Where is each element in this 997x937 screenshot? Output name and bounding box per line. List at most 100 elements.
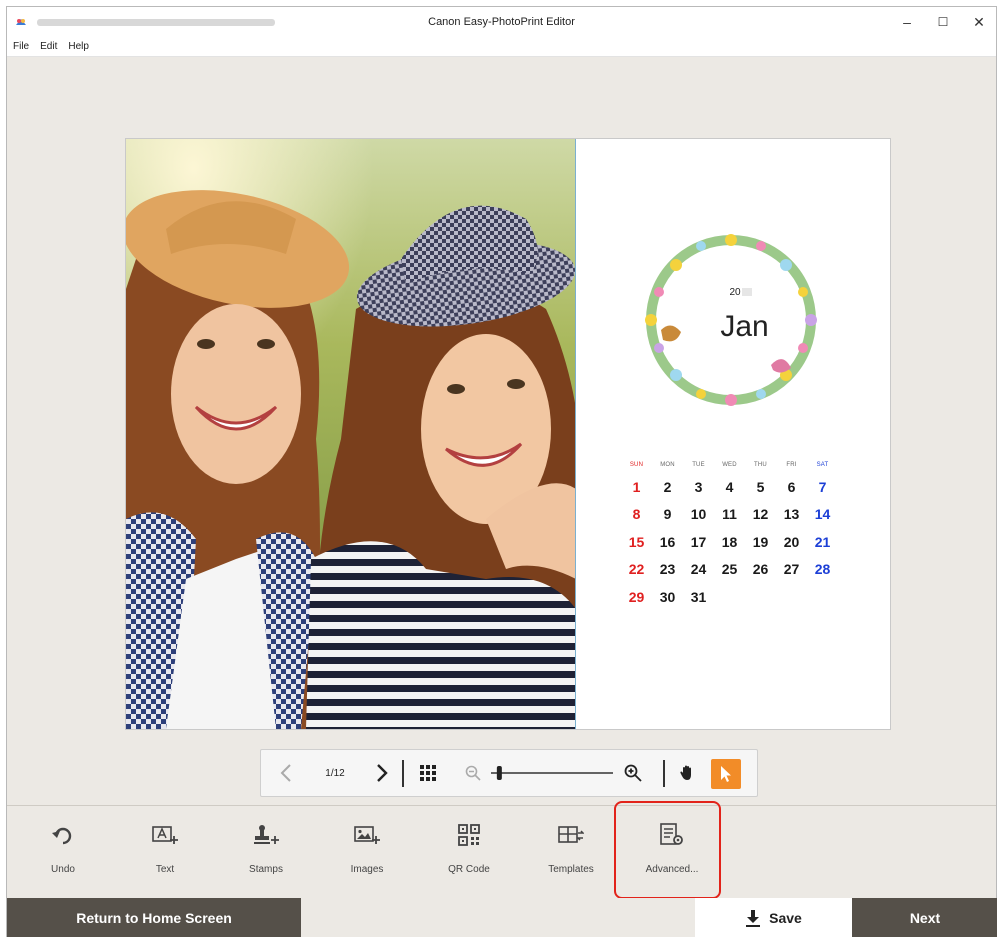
templates-label: Templates [548,864,594,875]
calendar-panel[interactable]: 20 Jan SUN MON TUE WED THU FRI SAT 1 2 3… [577,139,890,729]
menu-help[interactable]: Help [68,41,89,52]
stamp-icon [253,822,279,848]
date-cell: 3 [694,478,703,495]
date-cell: 27 [783,561,800,578]
calendar-page-preview[interactable]: 20 Jan SUN MON TUE WED THU FRI SAT 1 2 3… [125,138,891,730]
date-cell: 17 [690,533,707,550]
close-button[interactable]: ✕ [961,11,997,33]
menu-edit[interactable]: Edit [40,41,57,52]
image-add-icon [354,822,380,848]
toolbar-divider [663,760,665,787]
weekday-label: TUE [692,462,705,468]
date-cell: 24 [690,561,707,578]
date-cell: 1 [632,478,641,495]
templates-button[interactable]: Templates [526,806,616,901]
zoom-in-button[interactable] [621,750,645,796]
qr-code-button[interactable]: QR Code [424,806,514,901]
previous-page-button[interactable] [271,750,301,796]
week-row: 22 23 24 25 26 27 28 [621,556,838,584]
date-cell: 25 [721,561,738,578]
qr-code-label: QR Code [448,864,490,875]
photo-frame[interactable] [126,139,576,729]
pan-tool-button[interactable] [675,750,701,796]
date-cell: 4 [725,478,734,495]
calendar-month: Jan [720,310,769,343]
undo-button[interactable]: Undo [18,806,108,901]
date-cell: 16 [659,533,676,550]
menu-file[interactable]: File [13,41,29,52]
date-cell: 9 [663,506,672,523]
title-bar: Canon Easy-PhotoPrint Editor – ☐ ✕ [7,7,996,37]
app-window: Canon Easy-PhotoPrint Editor – ☐ ✕ File … [6,6,997,937]
date-cell: 15 [628,533,645,550]
date-cell: 31 [690,588,707,605]
week-row: 15 16 17 18 19 20 21 [621,528,838,556]
hand-icon [680,765,691,780]
calendar-year: 20 [577,287,890,298]
thumbnail-grid-button[interactable] [413,750,443,796]
photo-image [126,139,575,729]
images-label: Images [350,864,384,875]
date-cell: 5 [756,478,765,495]
date-cell: 6 [787,478,796,495]
next-button[interactable]: Next [852,898,997,937]
next-label: Next [909,910,941,926]
edit-tools-bar: Undo Text Stamps Images QR Code Template… [7,805,996,900]
date-cell: 26 [752,561,769,578]
zoom-out-icon [465,765,481,781]
qr-code-icon [456,822,482,848]
date-cell: 11 [722,506,737,523]
date-cell: 2 [663,478,672,495]
menu-bar: File Edit Help [7,37,996,57]
zoom-toolbar: 1/12 [260,749,758,797]
date-cell: 14 [814,506,831,523]
undo-icon [50,822,76,848]
year-blur [741,288,752,297]
stamps-button[interactable]: Stamps [221,806,311,901]
zoom-out-button[interactable] [461,750,485,796]
cursor-arrow-icon [721,766,731,782]
date-cell: 30 [659,588,676,605]
zoom-slider[interactable] [487,750,617,796]
week-row: 8 9 10 11 12 13 14 [621,501,838,529]
advanced-highlight-box [614,801,721,899]
weekday-label: FRI [786,462,797,468]
text-label: Text [155,864,175,875]
maximize-button[interactable]: ☐ [925,11,961,33]
date-cell: 10 [690,506,707,523]
date-cell: 19 [752,533,769,550]
toolbar-divider [402,760,404,787]
weekday-label: THU [754,462,767,468]
images-button[interactable]: Images [322,806,412,901]
text-icon [152,822,178,848]
chevron-left-icon [280,764,291,782]
minimize-button[interactable]: – [889,11,925,33]
text-button[interactable]: Text [120,806,210,901]
date-cell: 12 [752,506,769,523]
zoom-slider-thumb[interactable] [496,766,502,780]
date-cell: 8 [632,506,641,523]
save-button[interactable]: Save [695,898,852,937]
weekday-label: SUN [629,462,644,468]
date-cell: 20 [783,533,800,550]
date-cell: 23 [659,561,676,578]
download-icon [746,910,761,927]
date-cell: 7 [818,478,827,495]
week-row: 1 2 3 4 5 6 7 [621,473,838,501]
stamps-label: Stamps [249,864,283,875]
date-cell: 18 [721,533,738,550]
zoom-slider-track [491,766,613,780]
templates-icon [558,822,584,848]
select-tool-button[interactable] [711,759,741,789]
year-text: 20 [729,287,741,298]
return-home-label: Return to Home Screen [76,910,232,926]
weekday-label: MON [660,462,675,468]
page-indicator: 1/12 [325,767,345,779]
next-page-button[interactable] [367,750,397,796]
weekday-label: SAT [816,462,829,468]
date-cell: 28 [814,561,831,578]
return-home-button[interactable]: Return to Home Screen [7,898,301,937]
save-label: Save [769,910,802,926]
grid-icon [420,765,436,781]
date-cell: 21 [814,533,831,550]
